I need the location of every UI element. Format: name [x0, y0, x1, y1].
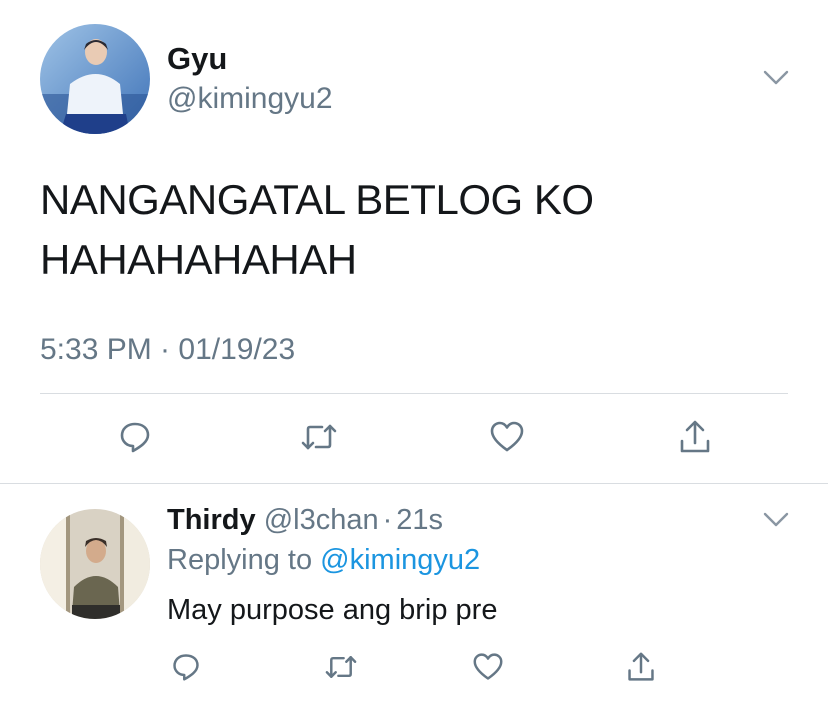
reply-retweet-button[interactable]: [319, 645, 363, 689]
like-icon: [490, 421, 524, 452]
tweet-timestamp[interactable]: 5:33 PM · 01/19/23: [40, 333, 295, 367]
reply-display-name[interactable]: Thirdy: [167, 504, 256, 536]
share-button[interactable]: [673, 415, 717, 459]
section-divider: [0, 483, 828, 484]
reply-separator: ·: [382, 504, 393, 536]
tweet-text-line-2: HAHAHAHAHAH: [40, 236, 357, 283]
reply-icon: [173, 654, 199, 681]
reply-button[interactable]: [113, 415, 157, 459]
reply-reply-button[interactable]: [164, 645, 208, 689]
replying-to-label: Replying to: [167, 544, 313, 576]
share-icon: [680, 420, 710, 453]
reply-like-button[interactable]: [466, 645, 510, 689]
retweet-button[interactable]: [297, 415, 341, 459]
reply-header: Thirdy @l3chan · 21s: [167, 504, 443, 537]
reply-text: May purpose ang brip pre: [167, 594, 498, 626]
reply-share-button[interactable]: [619, 645, 663, 689]
chevron-down-icon[interactable]: [763, 70, 789, 86]
reply-icon: [120, 422, 150, 453]
like-button[interactable]: [485, 415, 529, 459]
replying-to-handle-link[interactable]: @kimingyu2: [320, 544, 480, 576]
author-handle[interactable]: @kimingyu2: [167, 82, 333, 116]
avatar-thirdy[interactable]: [40, 509, 150, 619]
retweet-icon: [301, 424, 337, 450]
tweet-text: NANGANGATAL BETLOG KO HAHAHAHAHAH: [40, 170, 594, 290]
replying-to: Replying to @kimingyu2: [167, 544, 480, 577]
reply-handle[interactable]: @l3chan: [264, 504, 379, 536]
chevron-down-icon[interactable]: [763, 512, 789, 528]
reply-age[interactable]: 21s: [396, 504, 443, 536]
tweet-text-line-1: NANGANGATAL BETLOG KO: [40, 176, 594, 223]
retweet-icon: [325, 656, 357, 678]
avatar-gyu[interactable]: [40, 24, 150, 134]
like-icon: [473, 653, 503, 680]
share-icon: [628, 652, 654, 681]
divider: [40, 393, 788, 394]
author-display-name[interactable]: Gyu: [167, 41, 227, 77]
